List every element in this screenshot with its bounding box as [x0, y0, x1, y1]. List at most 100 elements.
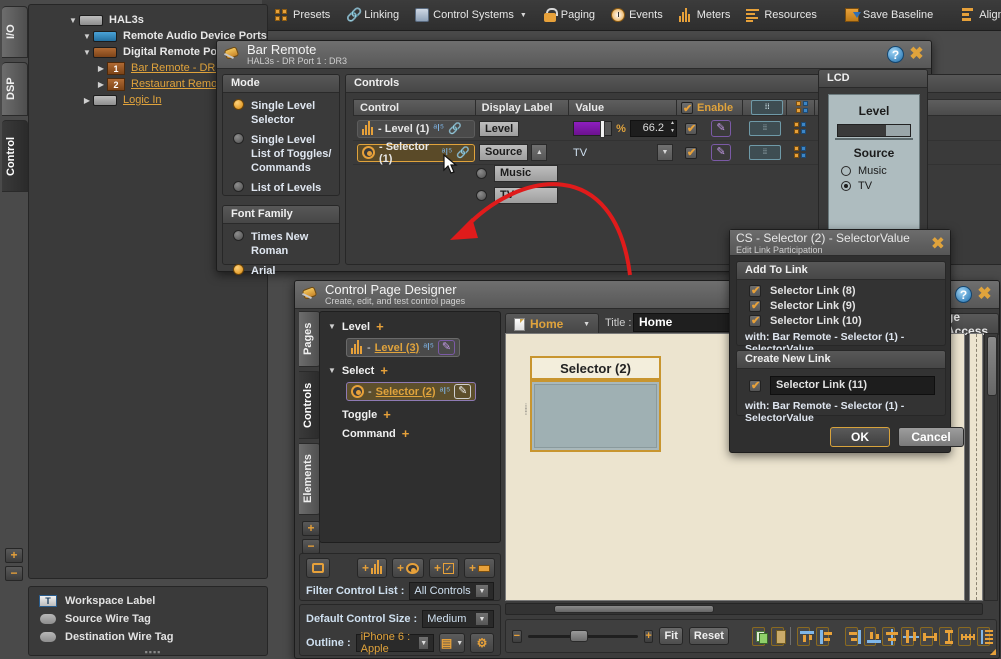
row-enable-checkbox[interactable]	[685, 146, 697, 159]
align-center-vertical-icon[interactable]	[882, 626, 899, 646]
edit-pencil-icon[interactable]: ✎	[711, 120, 731, 137]
add-level-button[interactable]: +	[356, 558, 387, 578]
selector-sub-option-music[interactable]: Music	[476, 165, 558, 182]
outline-select[interactable]: iPhone 6 : Apple ▼	[355, 631, 434, 655]
canvas-vertical-scrollbar[interactable]	[984, 333, 998, 601]
enable-all-checkbox[interactable]	[681, 101, 694, 115]
add-level-plus-icon[interactable]: +	[376, 319, 384, 334]
canvas-hscroll-thumb[interactable]	[554, 605, 714, 613]
canvas-vscroll-thumb[interactable]	[987, 336, 997, 396]
toolbar-control-systems-button[interactable]: Control Systems ▼	[408, 4, 534, 26]
tree-twisty-icon[interactable]: ▼	[67, 16, 79, 25]
page-tab-home[interactable]: Home ▼	[505, 313, 599, 335]
vertical-tab-dsp[interactable]: DSP	[2, 62, 28, 116]
tree-twisty-icon[interactable]: ▶	[95, 80, 107, 89]
mode-option-list-of-levels[interactable]: List of Levels	[233, 181, 339, 195]
dots-icon[interactable]: ⁞⁞	[751, 100, 784, 115]
toolbar-paging-button[interactable]: Paging	[536, 4, 602, 26]
font-option-times-new-roman[interactable]: Times New Roman	[233, 230, 339, 258]
widget-resize-handle[interactable]: ⁞ ⁞ ⁞	[525, 404, 527, 417]
link-blocks-icon[interactable]	[794, 121, 808, 136]
sub-option-label[interactable]: TV	[494, 187, 558, 204]
display-label-dropdown-arrow[interactable]: ▲	[531, 144, 548, 161]
add-screen-button[interactable]	[306, 558, 330, 578]
add-command-plus-icon[interactable]: +	[402, 426, 410, 441]
close-icon[interactable]: ✖	[908, 45, 925, 63]
row-enable-checkbox[interactable]	[685, 122, 697, 135]
dots-icon[interactable]: ⁞⁞	[749, 145, 781, 160]
tree-item-selector-2[interactable]: - Selector (2) ᵃI⁵ ✎	[346, 382, 477, 401]
toolbar-meters-button[interactable]: Meters	[672, 4, 738, 26]
chevron-down-icon[interactable]: ▼	[418, 636, 429, 650]
window-resize-grip[interactable]: ◢	[990, 647, 996, 656]
new-link-name-input[interactable]: Selector Link (11)	[770, 376, 935, 395]
pin-icon[interactable]	[223, 45, 243, 65]
tree-twisty-icon[interactable]: ▼	[81, 48, 93, 57]
rename-ibeam-icon[interactable]: ᵃI⁵	[440, 386, 451, 397]
tree-node-label[interactable]: Logic In	[123, 94, 162, 106]
checkbox-icon[interactable]	[749, 314, 761, 327]
dots-icon[interactable]: ⁞⁞	[749, 121, 781, 136]
tree-twisty-icon[interactable]: ▼	[328, 366, 336, 375]
link-icon[interactable]: 🔗	[448, 122, 462, 135]
tree-item-label[interactable]: Level (3)	[375, 342, 420, 354]
tree-group-level[interactable]: ▼ Level +	[328, 318, 500, 335]
radio-icon[interactable]	[233, 133, 244, 144]
tree-item-label[interactable]: Selector (2)	[376, 386, 436, 398]
selector-value-dropdown-arrow[interactable]: ▼	[657, 144, 673, 161]
distribute-horizontal-icon[interactable]	[920, 626, 938, 646]
rename-ibeam-icon[interactable]: ᵃI⁵	[433, 123, 444, 134]
radio-icon[interactable]	[233, 99, 244, 110]
edit-pencil-icon[interactable]: ✎	[711, 144, 731, 161]
bar-remote-title-bar[interactable]: Bar Remote HAL3s - DR Port 1 : DR3 ? ✖	[217, 41, 931, 69]
filter-control-list-select[interactable]: All Controls ▼	[409, 582, 494, 600]
toolbar-presets-button[interactable]: Presets	[268, 4, 337, 26]
toolbar-align-button[interactable]: Align ▼	[954, 4, 1001, 26]
link-item-selector-link-10[interactable]: Selector Link (10)	[749, 314, 945, 327]
tree-group-select[interactable]: ▼ Select +	[328, 362, 500, 379]
tree-twisty-icon[interactable]: ▶	[81, 96, 93, 105]
link-item-selector-link-9[interactable]: Selector Link (9)	[749, 299, 945, 312]
level-slider[interactable]	[573, 120, 613, 138]
add-selector-button[interactable]: +	[391, 558, 424, 578]
chevron-down-icon[interactable]: ▼	[475, 584, 489, 598]
mode-option-single-level-list-of-toggles[interactable]: Single Level List of Toggles/Commands	[233, 133, 339, 175]
legend-item-source-wire-tag[interactable]: Source Wire Tag	[39, 611, 267, 627]
help-icon[interactable]: ?	[887, 46, 904, 63]
radio-icon[interactable]	[233, 230, 244, 241]
align-bottom-icon[interactable]	[863, 626, 881, 646]
default-control-size-select[interactable]: Medium ▼	[422, 610, 494, 628]
tree-group-command[interactable]: Command +	[342, 425, 500, 442]
display-label-field[interactable]: Source	[479, 144, 529, 161]
edit-pencil-icon[interactable]: ✎	[437, 340, 455, 355]
mode-option-single-level-selector[interactable]: Single Level Selector	[233, 99, 339, 127]
tree-remove-button[interactable]: −	[302, 539, 320, 554]
toolbar-linking-button[interactable]: 🔗 Linking	[339, 4, 406, 26]
toolbar-resources-button[interactable]: Resources	[739, 4, 824, 26]
rename-ibeam-icon[interactable]: ᵃI⁵	[423, 342, 434, 353]
zoom-out-button[interactable]: −	[512, 629, 522, 643]
link-item-selector-link-8[interactable]: Selector Link (8)	[749, 284, 945, 297]
checkbox-icon[interactable]	[749, 379, 761, 392]
panel-resize-grip[interactable]: ▪▪▪▪	[39, 647, 267, 657]
tree-node-hal3s[interactable]: ▼ HAL3s	[29, 12, 267, 28]
add-toggle-plus-icon[interactable]: +	[383, 407, 391, 422]
ok-button[interactable]: OK	[830, 427, 890, 447]
new-link-row[interactable]: Selector Link (11)	[749, 376, 945, 395]
add-command-button[interactable]: +	[463, 558, 495, 578]
sub-option-label[interactable]: Music	[494, 165, 558, 182]
gear-icon[interactable]: ⚙	[470, 633, 494, 653]
canvas-widget-label[interactable]: Selector (2)	[530, 356, 661, 380]
tree-node-label[interactable]: Bar Remote - DR3	[131, 62, 221, 74]
column-header-link[interactable]	[787, 100, 815, 115]
vertical-tab-control[interactable]: Control	[2, 120, 28, 192]
zoom-fit-button[interactable]: Fit	[659, 627, 683, 645]
tree-item-level-3[interactable]: - Level (3) ᵃI⁵ ✎	[346, 338, 460, 357]
zoom-out-button[interactable]: −	[5, 566, 23, 581]
canvas-widget-body[interactable]	[530, 380, 661, 452]
cancel-button[interactable]: Cancel	[898, 427, 964, 447]
link-blocks-icon[interactable]	[796, 100, 810, 115]
space-horizontal-icon[interactable]	[958, 626, 976, 646]
side-tab-controls[interactable]: Controls	[299, 371, 321, 439]
distribute-vertical-icon[interactable]	[939, 626, 954, 646]
